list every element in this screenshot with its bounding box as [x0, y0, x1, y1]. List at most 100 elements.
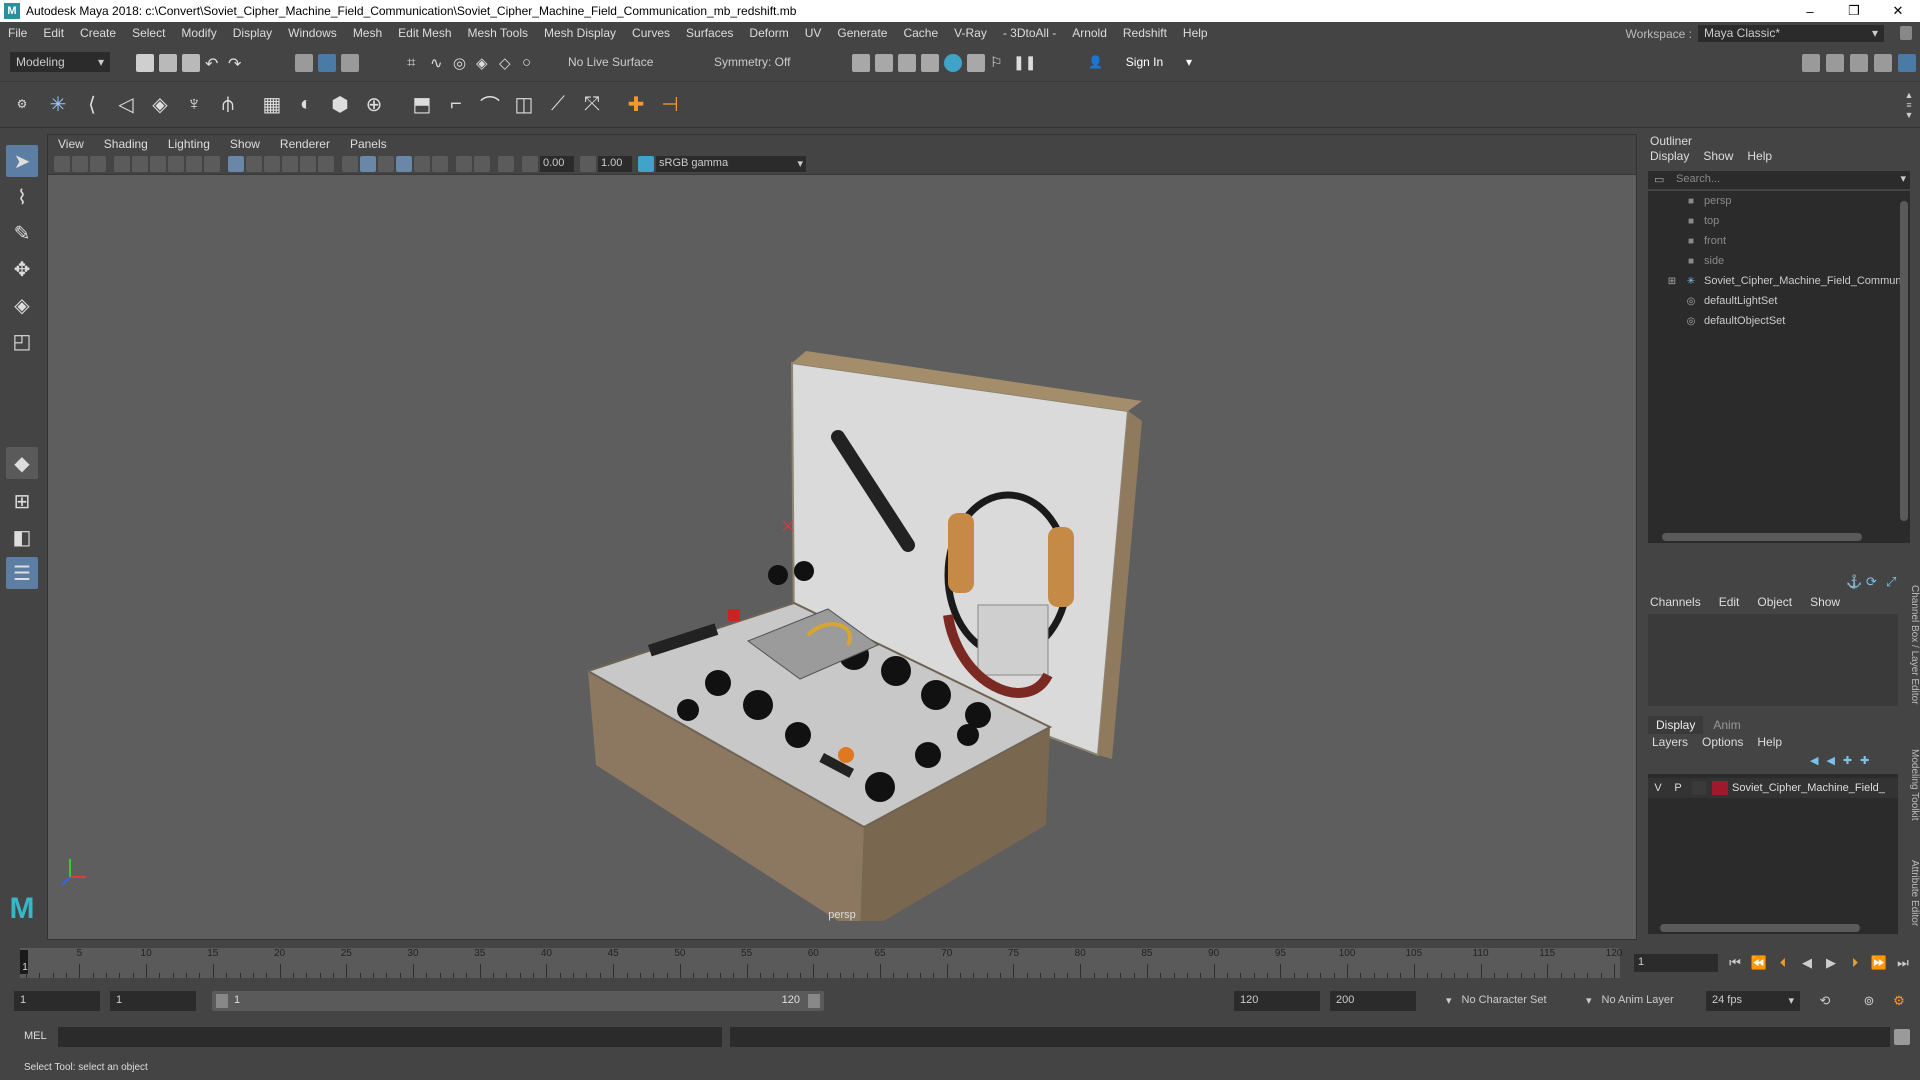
- save-scene-icon[interactable]: [182, 54, 200, 72]
- isolate-select-icon[interactable]: [396, 156, 412, 172]
- redo-icon[interactable]: ↷: [228, 54, 246, 73]
- new-scene-icon[interactable]: [136, 54, 154, 72]
- pause-ipr-icon[interactable]: ❚❚: [1013, 54, 1036, 72]
- layer-menu-help[interactable]: Help: [1757, 735, 1782, 749]
- single-perspective-layout-icon[interactable]: ◆: [6, 447, 38, 479]
- menu-edit[interactable]: Edit: [35, 26, 72, 40]
- menu-file[interactable]: File: [0, 26, 35, 40]
- motion-blur-icon[interactable]: [432, 156, 448, 172]
- step-back-frame-icon[interactable]: ⏴: [1774, 954, 1792, 972]
- field-chart-icon[interactable]: [204, 156, 220, 172]
- anim-layer-dropdown[interactable]: ▾ No Anim Layer: [1580, 991, 1698, 1011]
- hypershade-icon[interactable]: [944, 54, 962, 72]
- use-all-lights-icon[interactable]: [318, 156, 334, 172]
- anti-aliasing-icon[interactable]: [456, 156, 472, 172]
- tab-anim[interactable]: Anim: [1703, 716, 1750, 734]
- resolution-gate-icon[interactable]: [168, 156, 184, 172]
- paint-select-tool-icon[interactable]: ✎: [6, 217, 38, 249]
- wireframe-icon[interactable]: [228, 156, 244, 172]
- viewport-panel[interactable]: View Shading Lighting Show Renderer Pane…: [47, 134, 1637, 940]
- snap-point-icon[interactable]: ◎: [453, 54, 471, 72]
- select-tool-icon[interactable]: ➤: [6, 145, 38, 177]
- attribute-editor-icon[interactable]: [1826, 54, 1844, 72]
- outliner-item-default-object-set[interactable]: ◎ defaultObjectSet: [1648, 311, 1910, 331]
- textured-icon[interactable]: [300, 156, 316, 172]
- tool-settings-icon[interactable]: [1850, 54, 1868, 72]
- shelf-combine-icon[interactable]: ⊕: [360, 90, 388, 118]
- outliner-menu-display[interactable]: Display: [1650, 149, 1689, 167]
- wireframe-on-shaded-icon[interactable]: [282, 156, 298, 172]
- menu-help[interactable]: Help: [1175, 26, 1216, 40]
- shadows-icon[interactable]: [342, 156, 358, 172]
- redshift-render-icon[interactable]: [967, 54, 985, 72]
- lock-icon[interactable]: [1900, 26, 1912, 40]
- menu-redshift[interactable]: Redshift: [1115, 26, 1175, 40]
- exposure-icon[interactable]: [522, 156, 538, 172]
- menu-curves[interactable]: Curves: [624, 26, 678, 40]
- channel-box-pin-icon[interactable]: ⤢: [1886, 574, 1896, 590]
- snap-curve-icon[interactable]: ∿: [430, 54, 448, 72]
- xray-joints-icon[interactable]: [378, 156, 394, 172]
- menu-modify[interactable]: Modify: [173, 26, 224, 40]
- outliner-item-side[interactable]: ■ side: [1648, 251, 1910, 271]
- play-forward-icon[interactable]: ▶: [1822, 954, 1840, 972]
- menu-vray[interactable]: V-Ray: [946, 26, 995, 40]
- open-scene-icon[interactable]: [159, 54, 177, 72]
- shelf-fill-hole-icon[interactable]: ◫: [510, 90, 538, 118]
- shelf-bevel-icon[interactable]: ⌐: [442, 90, 470, 118]
- channel-box-menu-object[interactable]: Object: [1757, 595, 1792, 609]
- outliner-item-cipher-machine-group[interactable]: ⊞ ✳ Soviet_Cipher_Machine_Field_Communi: [1648, 271, 1910, 291]
- outliner-menu-show[interactable]: Show: [1703, 149, 1733, 167]
- layer-color-swatch[interactable]: [1712, 781, 1728, 795]
- depth-of-field-icon[interactable]: [474, 156, 490, 172]
- script-editor-icon[interactable]: [1894, 1029, 1910, 1045]
- outliner-menu-help[interactable]: Help: [1747, 149, 1772, 167]
- loop-icon[interactable]: ⟲: [1816, 992, 1834, 1010]
- menu-edit-mesh[interactable]: Edit Mesh: [390, 26, 459, 40]
- command-language-label[interactable]: MEL: [24, 1030, 47, 1042]
- play-backward-icon[interactable]: ◀: [1798, 954, 1816, 972]
- menu-3dtoall[interactable]: - 3DtoAll -: [995, 26, 1064, 40]
- redshift-ipr-icon[interactable]: ⚐: [990, 54, 1008, 72]
- bookmark-icon[interactable]: [90, 156, 106, 172]
- go-to-end-icon[interactable]: ⏭: [1894, 954, 1912, 972]
- sign-in-button[interactable]: 👤 Sign In ▾: [1082, 52, 1198, 72]
- viewport-menu-renderer[interactable]: Renderer: [270, 137, 340, 151]
- render-frame-icon[interactable]: [875, 54, 893, 72]
- viewport-menu-view[interactable]: View: [48, 137, 94, 151]
- auto-key-icon[interactable]: ⊚: [1860, 992, 1878, 1010]
- snap-surface-icon[interactable]: ◇: [499, 54, 517, 72]
- camera-attributes-icon[interactable]: [72, 156, 88, 172]
- shelf-sphere-icon[interactable]: ◐: [292, 90, 320, 118]
- shelf-select-component-icon[interactable]: ✳: [44, 90, 72, 118]
- channel-box-area[interactable]: [1648, 614, 1898, 706]
- animation-start-field[interactable]: 1: [14, 991, 100, 1011]
- channel-box-sync-icon[interactable]: ⟳: [1866, 574, 1877, 590]
- layer-menu-options[interactable]: Options: [1702, 735, 1743, 749]
- layer-horizontal-scrollbar[interactable]: [1660, 924, 1860, 932]
- menu-display[interactable]: Display: [225, 26, 280, 40]
- symmetry-dropdown[interactable]: Symmetry: Off: [708, 52, 808, 72]
- xray-icon[interactable]: [360, 156, 376, 172]
- shelf-target-weld-icon[interactable]: ⤧: [578, 90, 606, 118]
- shelf-mesh-icon[interactable]: ⬢: [326, 90, 354, 118]
- timeline-bar[interactable]: 1 5 10 15 20 25 30 35 40 45 50 55 60 65 70 75 80 85 90 95 1…: [20, 948, 1622, 978]
- layer-row[interactable]: V P Soviet_Cipher_Machine_Field_: [1648, 778, 1898, 798]
- color-space-dropdown[interactable]: sRGB gamma ▾: [656, 156, 806, 172]
- channel-box-icon[interactable]: [1874, 54, 1892, 72]
- ambient-occlusion-icon[interactable]: [414, 156, 430, 172]
- minimize-button[interactable]: –: [1788, 0, 1832, 22]
- gate-mask-icon[interactable]: [186, 156, 202, 172]
- layer-visibility-toggle[interactable]: V: [1648, 782, 1668, 794]
- animation-end-field[interactable]: 200: [1330, 991, 1416, 1011]
- smooth-shade-icon[interactable]: [246, 156, 262, 172]
- go-to-start-icon[interactable]: ⏮: [1726, 954, 1744, 972]
- side-tab-modeling-toolkit[interactable]: Modeling Toolkit: [1902, 740, 1920, 830]
- maximize-button[interactable]: ❐: [1832, 0, 1876, 22]
- camera-select-icon[interactable]: [54, 156, 70, 172]
- layer-playback-toggle[interactable]: P: [1668, 782, 1688, 794]
- layer-type-toggle[interactable]: [1692, 781, 1706, 795]
- character-set-dropdown[interactable]: ▾ No Character Set: [1440, 991, 1580, 1011]
- grid-toggle-icon[interactable]: [132, 156, 148, 172]
- current-frame-field[interactable]: 1: [1634, 954, 1718, 972]
